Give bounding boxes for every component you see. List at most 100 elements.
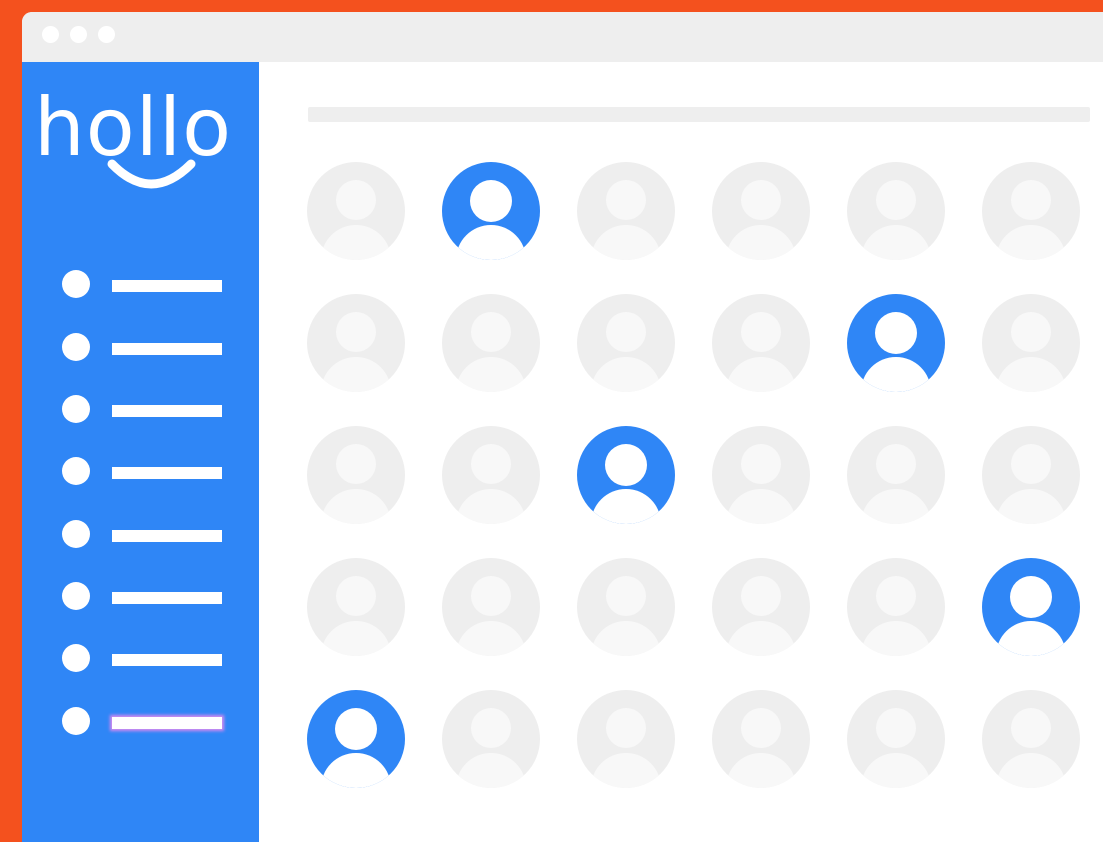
avatar-body — [726, 489, 796, 524]
sidebar-item-line — [112, 654, 222, 666]
user-avatar-icon[interactable] — [982, 690, 1080, 788]
sidebar-item-line — [112, 343, 222, 355]
user-avatar-icon[interactable] — [442, 162, 540, 260]
avatar-head — [741, 708, 781, 748]
avatar-head — [336, 312, 376, 352]
sidebar: hollo — [22, 62, 259, 842]
bullet-icon — [62, 395, 90, 423]
sidebar-item-2[interactable] — [62, 331, 232, 361]
avatar-body — [861, 225, 931, 260]
avatar-body — [321, 753, 391, 788]
sidebar-item-line — [112, 717, 222, 729]
avatar-body — [321, 489, 391, 524]
sidebar-item-1[interactable] — [62, 268, 232, 298]
app-window: hollo — [22, 12, 1103, 842]
user-avatar-icon[interactable] — [982, 294, 1080, 392]
user-avatar-icon[interactable] — [307, 558, 405, 656]
avatar-head — [606, 708, 646, 748]
sidebar-item-line — [112, 280, 222, 292]
user-avatar-icon[interactable] — [577, 690, 675, 788]
bullet-icon — [62, 582, 90, 610]
sidebar-item-8[interactable] — [62, 705, 232, 735]
smile-icon — [107, 159, 196, 189]
avatar-head — [1011, 708, 1051, 748]
user-avatar-icon[interactable] — [307, 162, 405, 260]
user-avatar-icon[interactable] — [442, 294, 540, 392]
avatar-body — [861, 489, 931, 524]
avatar-body — [996, 621, 1066, 656]
user-avatar-icon[interactable] — [982, 558, 1080, 656]
bullet-icon — [62, 707, 90, 735]
user-avatar-icon[interactable] — [847, 162, 945, 260]
avatar-body — [456, 357, 526, 392]
avatar-head — [336, 180, 376, 220]
avatar-body — [861, 357, 931, 392]
avatar-body — [591, 489, 661, 524]
user-avatar-icon[interactable] — [577, 162, 675, 260]
avatar-body — [456, 621, 526, 656]
bullet-icon — [62, 644, 90, 672]
avatar-head — [606, 312, 646, 352]
sidebar-item-4[interactable] — [62, 455, 232, 485]
bullet-icon — [62, 270, 90, 298]
window-dot-3[interactable] — [98, 26, 115, 43]
avatar-head — [335, 708, 377, 750]
sidebar-item-7[interactable] — [62, 642, 232, 672]
avatar-head — [471, 444, 511, 484]
user-avatar-icon[interactable] — [307, 294, 405, 392]
avatar-body — [726, 357, 796, 392]
bullet-icon — [62, 520, 90, 548]
user-avatar-icon[interactable] — [982, 426, 1080, 524]
avatar-head — [741, 180, 781, 220]
avatar-head — [336, 576, 376, 616]
user-avatar-icon[interactable] — [847, 426, 945, 524]
avatar-head — [471, 312, 511, 352]
user-avatar-icon[interactable] — [847, 558, 945, 656]
sidebar-item-6[interactable] — [62, 580, 232, 610]
bullet-icon — [62, 333, 90, 361]
avatar-body — [726, 225, 796, 260]
user-avatar-icon[interactable] — [577, 426, 675, 524]
sidebar-item-5[interactable] — [62, 518, 232, 548]
avatar-body — [321, 621, 391, 656]
avatar-head — [876, 708, 916, 748]
avatar-head — [605, 444, 647, 486]
avatar-body — [321, 225, 391, 260]
user-avatar-icon[interactable] — [712, 162, 810, 260]
avatar-body — [996, 489, 1066, 524]
user-avatar-icon[interactable] — [847, 294, 945, 392]
avatar-body — [861, 621, 931, 656]
sidebar-item-line — [112, 592, 222, 604]
user-avatar-icon[interactable] — [982, 162, 1080, 260]
user-avatar-icon[interactable] — [307, 690, 405, 788]
user-avatar-icon[interactable] — [442, 558, 540, 656]
avatar-head — [1011, 180, 1051, 220]
avatar-body — [456, 225, 526, 260]
bullet-icon — [62, 457, 90, 485]
avatar-head — [606, 180, 646, 220]
user-avatar-icon[interactable] — [442, 426, 540, 524]
user-avatar-icon[interactable] — [577, 294, 675, 392]
user-avatar-icon[interactable] — [577, 558, 675, 656]
avatar-body — [996, 753, 1066, 788]
sidebar-item-3[interactable] — [62, 393, 232, 423]
avatar-head — [470, 180, 512, 222]
user-avatar-icon[interactable] — [847, 690, 945, 788]
avatar-body — [996, 357, 1066, 392]
avatar-head — [1011, 312, 1051, 352]
user-avatar-icon[interactable] — [712, 294, 810, 392]
sidebar-item-line — [112, 405, 222, 417]
user-avatar-icon[interactable] — [712, 690, 810, 788]
avatar-body — [456, 753, 526, 788]
window-titlebar — [22, 12, 1103, 62]
user-avatar-icon[interactable] — [712, 426, 810, 524]
sidebar-item-line — [112, 530, 222, 542]
avatar-body — [861, 753, 931, 788]
avatar-head — [1010, 576, 1052, 618]
user-avatar-icon[interactable] — [442, 690, 540, 788]
avatar-body — [321, 357, 391, 392]
user-avatar-icon[interactable] — [307, 426, 405, 524]
window-dot-2[interactable] — [70, 26, 87, 43]
user-avatar-icon[interactable] — [712, 558, 810, 656]
window-dot-1[interactable] — [42, 26, 59, 43]
